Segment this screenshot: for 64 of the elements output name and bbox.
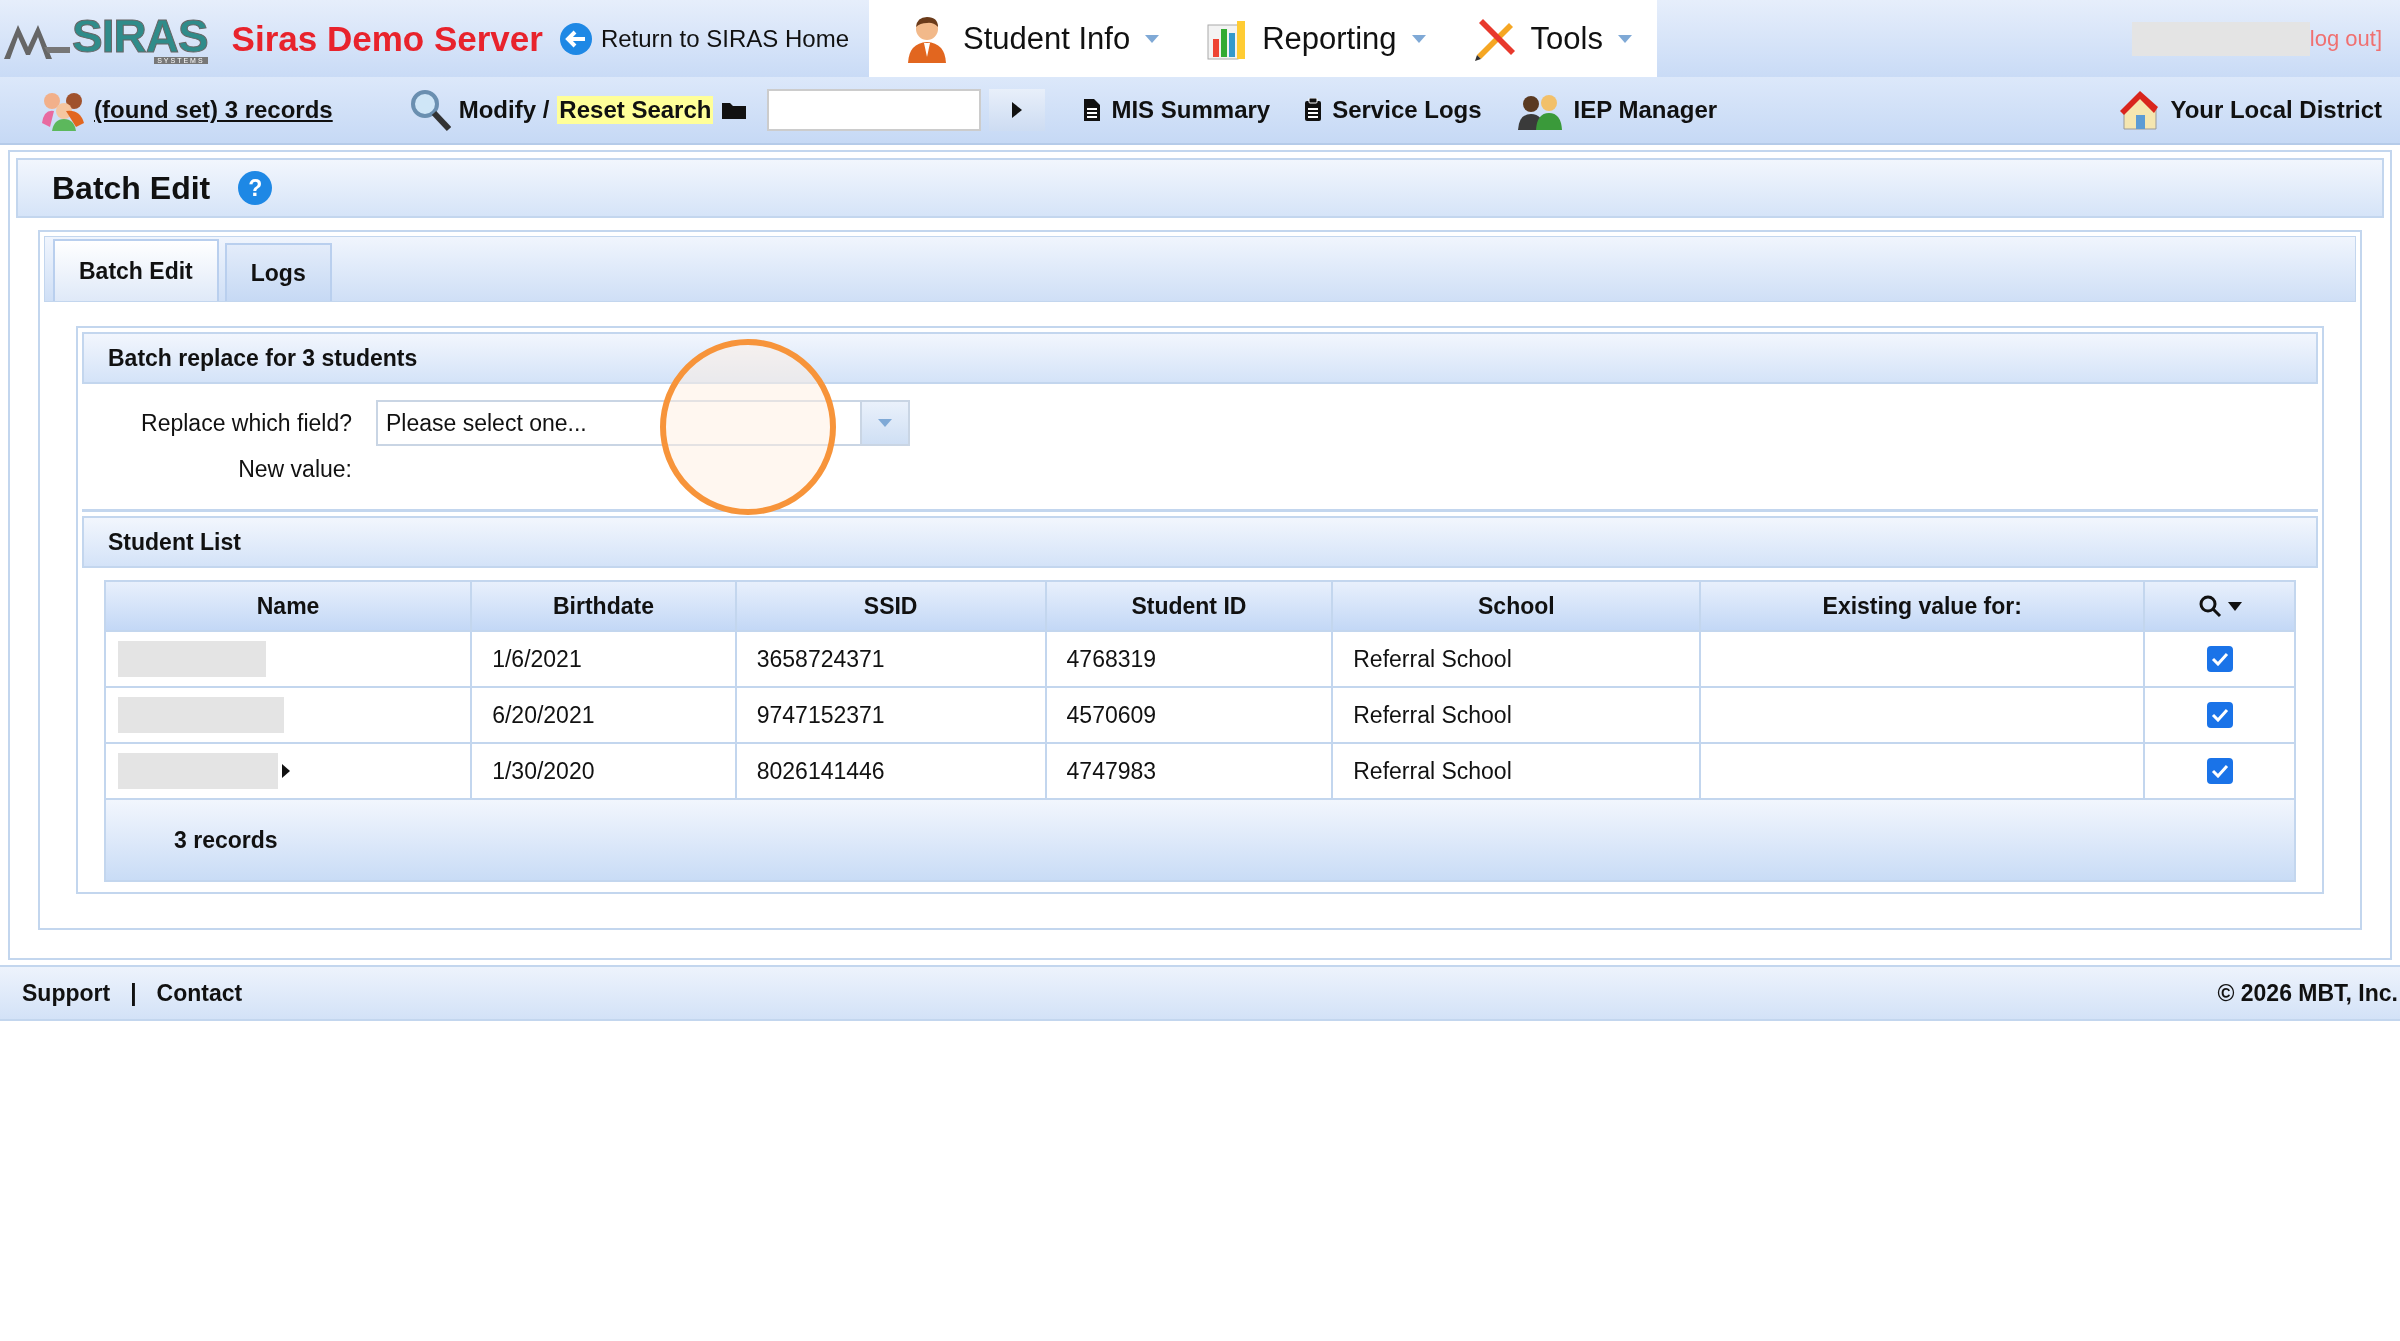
select-field[interactable]: Please select one...: [376, 400, 910, 446]
menu-item[interactable]: Reporting: [1206, 0, 1427, 77]
play-icon[interactable]: [282, 764, 290, 778]
column-header: Name: [105, 581, 472, 631]
caret-icon: [1410, 33, 1427, 44]
server-name: Siras Demo Server: [231, 18, 543, 59]
menu-item[interactable]: Student Info: [905, 0, 1161, 77]
person-icon: [905, 14, 949, 63]
house-icon: [2118, 89, 2161, 131]
caret-icon: [1144, 33, 1161, 44]
column-header: School: [1332, 581, 1701, 631]
reset-search-link[interactable]: Reset Search: [557, 96, 714, 124]
table-cell: 1/6/2021: [471, 631, 736, 687]
copyright: © 2026 MBT, Inc.: [2217, 979, 2398, 1007]
column-header: Student ID: [1045, 581, 1333, 631]
clipboard-icon: [1304, 98, 1323, 122]
field-label: Replace which field?: [140, 409, 352, 437]
table-cell: 6/20/2021: [471, 687, 736, 743]
table-cell: 4570609: [1045, 687, 1333, 743]
search-icon: [2197, 594, 2222, 618]
table-cell: Referral School: [1332, 631, 1701, 687]
checkbox[interactable]: [2206, 758, 2233, 784]
check-icon: [2210, 652, 2229, 666]
page-title: Batch Edit: [52, 169, 211, 207]
magnifier-icon: [408, 88, 451, 132]
checkbox[interactable]: [2206, 646, 2233, 672]
dropdown-caret-icon: [877, 418, 893, 428]
tab[interactable]: Logs: [224, 243, 332, 301]
search-field[interactable]: [767, 89, 982, 131]
tab[interactable]: Batch Edit: [53, 239, 219, 301]
toolbar-link[interactable]: MIS Summary: [1083, 96, 1271, 124]
footer-link[interactable]: Support: [22, 979, 111, 1007]
checkbox[interactable]: [2206, 702, 2233, 728]
field-label: New value:: [237, 456, 352, 483]
column-header: Existing value for:: [1700, 581, 2145, 631]
toolbar-link[interactable]: Service Logs: [1304, 96, 1482, 124]
pencil-ruler-icon: [1472, 16, 1517, 61]
table-cell: 9747152371: [735, 687, 1046, 743]
separator: |: [130, 979, 137, 1007]
menu-item[interactable]: Tools: [1472, 0, 1633, 77]
section-title: Student List: [108, 528, 241, 556]
column-header: Birthdate: [471, 581, 736, 631]
toolbar-link[interactable]: IEP Manager: [1515, 90, 1718, 130]
go-button[interactable]: [989, 89, 1046, 131]
table-footer: 3 records: [105, 799, 2295, 881]
table-cell: Referral School: [1332, 687, 1701, 743]
table-cell: 3658724371: [735, 631, 1046, 687]
table-cell: 4768319: [1045, 631, 1333, 687]
logo-text: SIRAS: [72, 13, 208, 59]
document-icon: [1083, 98, 1102, 122]
folder-icon: [721, 100, 748, 120]
help-icon[interactable]: ?: [238, 171, 273, 205]
caret-icon: [2227, 601, 2242, 611]
column-header: SSID: [735, 581, 1046, 631]
check-icon: [2210, 708, 2229, 722]
modify-link[interactable]: Modify /: [458, 96, 550, 124]
section-title: Batch replace for 3 students: [108, 344, 418, 372]
footer-link[interactable]: Contact: [156, 979, 243, 1007]
home-link[interactable]: Return to SIRAS Home: [558, 0, 849, 77]
district-link[interactable]: Your Local District: [2118, 89, 2382, 131]
found-set-link[interactable]: (found set) 3 records: [94, 96, 333, 124]
play-icon: [1012, 102, 1023, 118]
check-icon: [2210, 764, 2229, 778]
caret-icon: [1617, 33, 1633, 44]
